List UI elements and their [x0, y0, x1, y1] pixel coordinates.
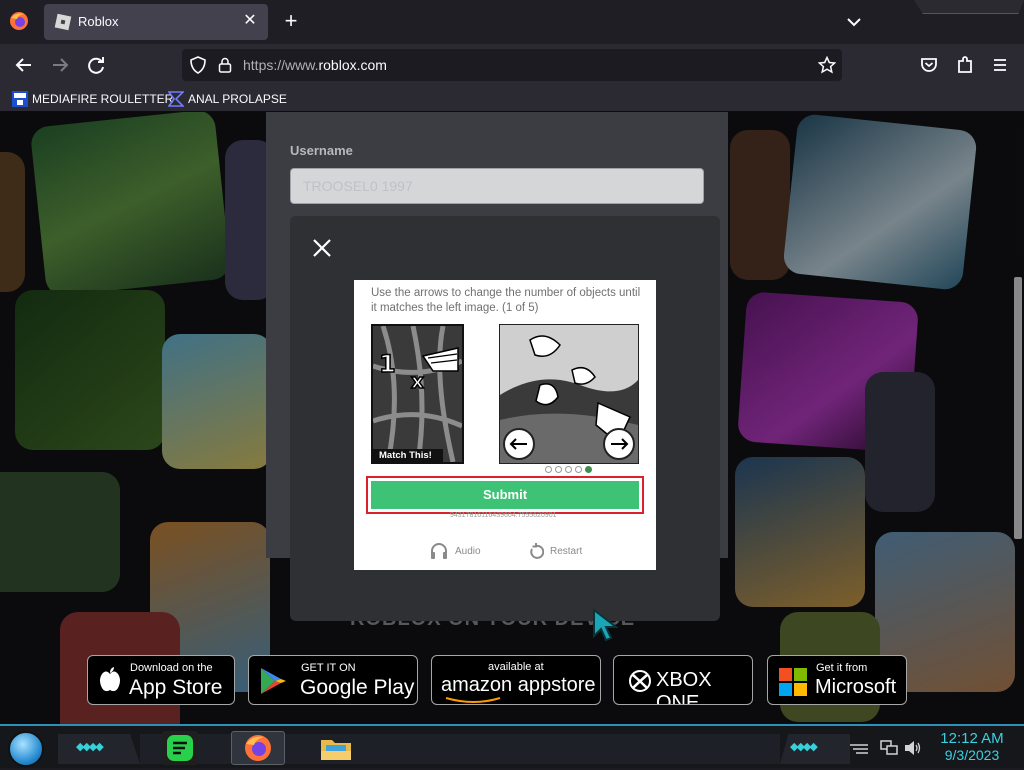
- roblox-favicon-icon: [54, 13, 72, 31]
- username-label: Username: [290, 143, 353, 158]
- tab-strip: Roblox ✕ +: [0, 0, 1024, 44]
- google-play-icon: [261, 668, 286, 694]
- close-tab-icon[interactable]: ✕: [240, 11, 260, 31]
- window-decoration: [914, 0, 1024, 14]
- store-small-text: Get it from: [816, 662, 868, 674]
- xbox-one-badge[interactable]: XBOX ONE: [613, 655, 753, 705]
- headphones-icon: [431, 543, 447, 559]
- bookmark-label: ANAL PROLAPSE: [188, 92, 287, 106]
- clock-time: 12:12 AM: [940, 730, 1004, 747]
- microsoft-logo-icon: [779, 668, 807, 696]
- bookmarks-toolbar: MEDIAFIRE ROULETTER ANAL PROLAPSE: [0, 86, 1024, 112]
- submit-focus-outline: Submit: [366, 476, 644, 514]
- firefox-icon[interactable]: [8, 10, 30, 32]
- chevron-down-icon[interactable]: [842, 10, 866, 34]
- microsoft-store-badge[interactable]: Get it from Microsoft: [767, 655, 907, 705]
- progress-dots: [545, 466, 592, 473]
- restart-label: Restart: [550, 545, 583, 557]
- audio-label: Audio: [455, 545, 481, 557]
- xbox-icon: [629, 670, 651, 692]
- shield-icon[interactable]: [190, 56, 206, 74]
- store-small-text: available at: [488, 661, 544, 673]
- firefox-taskbar-icon: [245, 735, 271, 761]
- progress-dot: [565, 466, 572, 473]
- restart-button[interactable]: Restart: [528, 542, 582, 560]
- arrow-right-icon: [611, 438, 629, 450]
- taskbar-app-spotify[interactable]: [162, 731, 198, 765]
- amazon-smile-icon: [445, 697, 501, 703]
- store-name: XBOX ONE: [656, 669, 712, 705]
- app-store-badge[interactable]: Download on the App Store: [87, 655, 235, 705]
- username-input[interactable]: TROOSEL0 1997: [290, 168, 704, 204]
- back-arrow-icon[interactable]: [10, 51, 38, 79]
- audio-button[interactable]: Audio: [429, 542, 481, 560]
- url-domain: roblox.com: [318, 57, 387, 73]
- match-image: 1 x Match This!: [371, 324, 464, 464]
- tab-roblox[interactable]: Roblox ✕: [44, 4, 268, 40]
- progress-dot: [545, 466, 552, 473]
- green-app-icon: [167, 735, 193, 761]
- arrow-left-button[interactable]: [503, 428, 535, 460]
- chevron-decoration-icon: ◆◆◆◆: [76, 741, 104, 753]
- arrow-left-icon: [509, 438, 527, 450]
- svg-text:x: x: [411, 369, 424, 393]
- new-tab-button[interactable]: +: [278, 8, 304, 34]
- captcha-panel: Use the arrows to change the number of o…: [354, 280, 656, 570]
- store-name: Google Play: [300, 676, 415, 699]
- amazon-appstore-badge[interactable]: available at amazon appstore: [431, 655, 601, 705]
- google-play-badge[interactable]: GET IT ON Google Play: [248, 655, 418, 705]
- submit-button[interactable]: Submit: [371, 481, 639, 509]
- taskbar-app-explorer[interactable]: [318, 731, 354, 765]
- navigation-toolbar: https://www.roblox.com: [0, 44, 1024, 86]
- store-name: App Store: [129, 676, 223, 699]
- match-image-art: 1 x: [373, 326, 462, 462]
- url-text[interactable]: https://www.roblox.com: [243, 57, 387, 73]
- restart-icon: [530, 543, 544, 559]
- bookmark-second[interactable]: ANAL PROLAPSE: [168, 90, 287, 108]
- folder-icon: [321, 740, 351, 760]
- url-prefix: https://www.: [243, 57, 319, 73]
- mouse-cursor-icon: [593, 608, 619, 642]
- progress-dot: [575, 466, 582, 473]
- captcha-instruction: Use the arrows to change the number of o…: [371, 287, 641, 314]
- mediafire-favicon-icon: [12, 91, 28, 107]
- progress-dot: [585, 466, 592, 473]
- bookmark-mediafire[interactable]: MEDIAFIRE ROULETTER: [12, 90, 173, 108]
- store-name: amazon appstore: [441, 674, 596, 696]
- chevron-decoration-icon: ◆◆◆◆: [790, 741, 818, 753]
- taskbar: ◆◆◆◆ ◆◆◆◆ 12:12 AM 9/3/2023: [0, 724, 1024, 768]
- network-icon[interactable]: [880, 740, 898, 756]
- taskbar-app-firefox[interactable]: [231, 731, 285, 765]
- bookmark-favicon-icon: [168, 91, 184, 107]
- page-scrollbar[interactable]: [1014, 277, 1022, 539]
- address-bar[interactable]: https://www.roblox.com: [182, 49, 842, 81]
- apple-icon: [100, 667, 120, 692]
- star-bookmark-icon[interactable]: [818, 56, 836, 74]
- lock-icon[interactable]: [218, 57, 232, 73]
- store-small-text: Download on the: [130, 662, 213, 674]
- close-icon[interactable]: [310, 236, 334, 260]
- volume-icon[interactable]: [904, 740, 922, 756]
- match-label: Match This!: [373, 449, 443, 462]
- progress-dot: [555, 466, 562, 473]
- answer-image: [499, 324, 639, 464]
- pocket-icon[interactable]: [915, 51, 943, 79]
- arrow-right-button[interactable]: [603, 428, 635, 460]
- roblox-page: Username TROOSEL0 1997 ROBLOX ON YOUR DE…: [0, 112, 1024, 724]
- store-name: Microsoft: [815, 676, 897, 698]
- session-id: 94317816116439604.7555620901: [450, 512, 557, 519]
- hamburger-menu-icon[interactable]: [986, 51, 1014, 79]
- start-orb-button[interactable]: [8, 731, 44, 767]
- store-small-text: GET IT ON: [301, 662, 356, 674]
- system-clock[interactable]: 12:12 AM 9/3/2023: [932, 730, 1012, 763]
- svg-text:1: 1: [379, 350, 396, 378]
- extensions-icon[interactable]: [951, 51, 979, 79]
- bookmark-label: MEDIAFIRE ROULETTER: [32, 92, 174, 106]
- action-center-icon[interactable]: [850, 742, 868, 756]
- reload-icon[interactable]: [82, 51, 110, 79]
- forward-arrow-icon[interactable]: [46, 51, 74, 79]
- clock-date: 9/3/2023: [944, 747, 1000, 763]
- tab-title: Roblox: [78, 14, 119, 29]
